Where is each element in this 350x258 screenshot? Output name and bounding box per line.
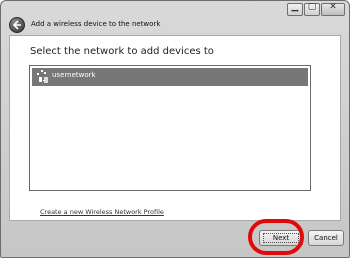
minimize-button[interactable]: ▁ bbox=[287, 2, 303, 16]
back-button[interactable] bbox=[9, 17, 25, 33]
back-arrow-icon bbox=[12, 20, 21, 30]
minimize-icon: ▁ bbox=[291, 2, 299, 12]
highlight-circle bbox=[248, 219, 304, 255]
page-heading: Select the network to add devices to bbox=[30, 46, 214, 57]
close-icon: ✕ bbox=[329, 2, 337, 12]
maximize-icon: ▢ bbox=[307, 2, 317, 12]
wireless-network-icon bbox=[37, 70, 48, 83]
network-list[interactable]: usernetwork bbox=[29, 65, 311, 191]
window-controls: ▁ ▢ ✕ bbox=[287, 2, 345, 16]
create-profile-link[interactable]: Create a new Wireless Network Profile bbox=[40, 208, 164, 216]
cancel-button-label: Cancel bbox=[314, 234, 338, 242]
network-name: usernetwork bbox=[52, 71, 96, 79]
title-bar: ▁ ▢ ✕ Add a wireless device to the netwo… bbox=[1, 1, 349, 35]
dialog-window: ▁ ▢ ✕ Add a wireless device to the netwo… bbox=[0, 0, 350, 258]
window-title: Add a wireless device to the network bbox=[31, 20, 161, 28]
maximize-button[interactable]: ▢ bbox=[304, 2, 320, 16]
close-button[interactable]: ✕ bbox=[321, 2, 345, 16]
cancel-button[interactable]: Cancel bbox=[308, 230, 344, 246]
content-area: Select the network to add devices to use… bbox=[9, 35, 341, 221]
network-list-item[interactable]: usernetwork bbox=[32, 68, 308, 86]
